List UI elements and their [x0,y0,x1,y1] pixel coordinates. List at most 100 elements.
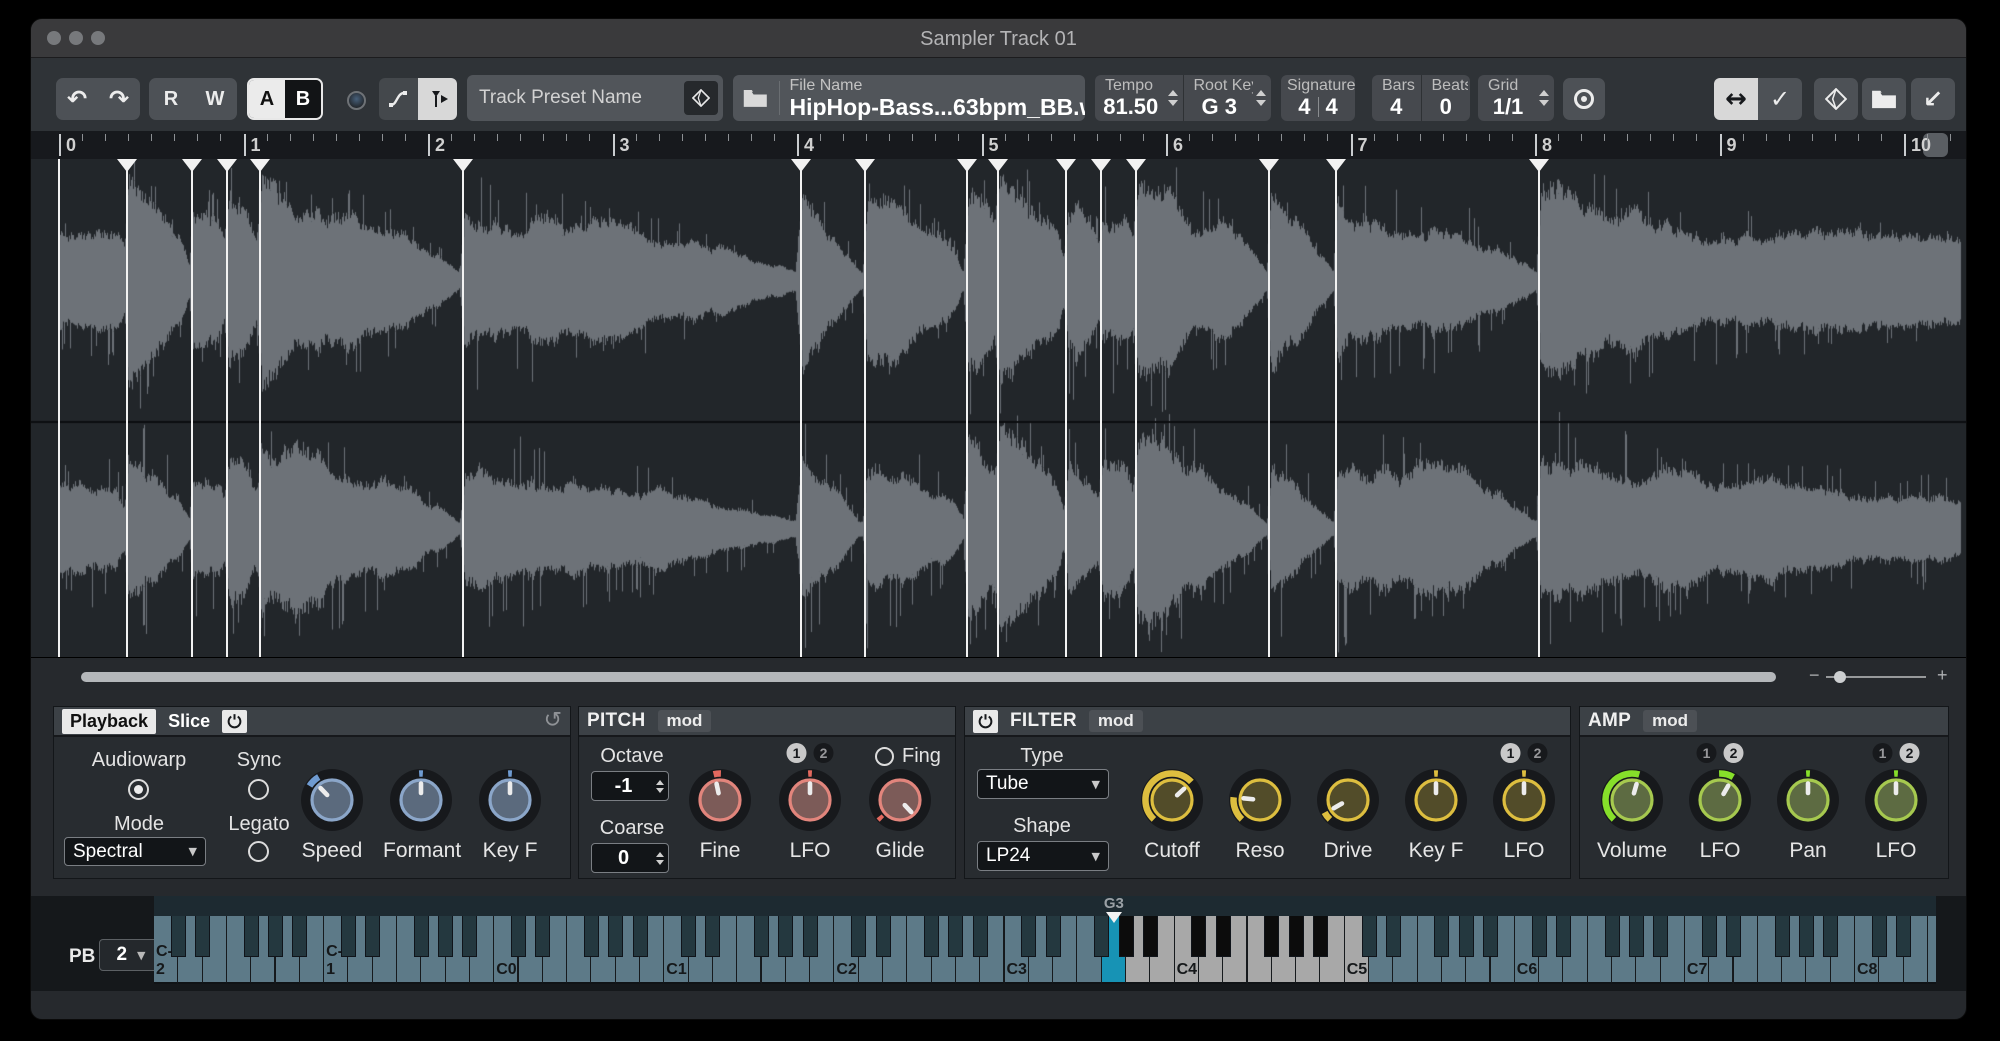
slice-marker-handle[interactable] [855,159,875,172]
mod-slot-badge[interactable]: 2 [1724,743,1744,763]
black-key[interactable] [924,916,939,957]
black-key[interactable] [244,916,259,957]
slice-marker-handle[interactable] [1091,159,1111,172]
pitch-mod-button[interactable]: mod [658,710,712,732]
write-automation-button[interactable]: W [193,78,237,120]
slice-marker[interactable] [1335,159,1337,657]
black-key[interactable] [973,916,988,957]
knob-dial[interactable] [683,763,757,837]
title-bar[interactable]: Sampler Track 01 [31,19,1966,58]
black-key[interactable] [778,916,793,957]
filter-type-dropdown[interactable]: Tube ▼ [977,769,1109,799]
mod-slot-badge[interactable]: 1 [1697,743,1717,763]
black-key[interactable] [414,916,429,957]
black-key[interactable] [1896,916,1911,957]
transfer-to-track-button[interactable]: ↙ [1911,78,1955,120]
mod-slot-badge[interactable]: 2 [1528,743,1548,763]
mode-dropdown[interactable]: Spectral ▼ [64,837,206,866]
black-key[interactable] [705,916,720,957]
track-preset-field[interactable]: Track Preset Name [467,75,723,121]
pan-knob[interactable]: Pan [1770,743,1846,865]
sync-radio[interactable] [248,779,269,800]
cutoff-knob[interactable]: Cutoff [1134,743,1210,865]
slice-playback-button[interactable] [418,78,457,120]
knob-dial[interactable] [1595,763,1669,837]
knob-dial[interactable] [1859,763,1933,837]
black-key[interactable] [292,916,307,957]
black-key[interactable] [1532,916,1547,957]
knob-dial[interactable] [1771,763,1845,837]
black-key[interactable] [608,916,623,957]
black-key[interactable] [1605,916,1620,957]
black-key[interactable] [535,916,550,957]
black-key[interactable] [1143,916,1158,957]
slice-power-button[interactable] [222,710,247,733]
black-key[interactable] [1629,916,1644,957]
audiowarp-radio[interactable] [128,779,149,800]
black-key[interactable] [511,916,526,957]
black-key[interactable] [851,916,866,957]
black-key[interactable] [1289,916,1304,957]
zoom-slider-thumb[interactable] [1834,671,1846,683]
knob-dial[interactable] [1135,763,1209,837]
timeline-ruler[interactable]: 012345678910 [31,131,1966,160]
slice-marker[interactable] [1065,159,1067,657]
drive-knob[interactable]: Drive [1310,743,1386,865]
fit-width-button[interactable]: ↔ [1714,78,1758,120]
filter-mod-button[interactable]: mod [1089,710,1143,732]
formant-knob[interactable]: Formant [383,743,459,865]
file-field[interactable]: File Name HipHop-Bass...63bpm_BB.wav [733,75,1085,121]
record-target-button[interactable] [1563,78,1605,120]
speed-knob[interactable]: Speed [294,743,370,865]
black-key[interactable] [1434,916,1449,957]
slice-marker[interactable] [462,159,464,657]
black-key[interactable] [803,916,818,957]
black-key[interactable] [948,916,963,957]
slice-marker-handle[interactable] [1259,159,1279,172]
coarse-stepper[interactable]: 0 [591,843,669,873]
lfo-knob[interactable]: 12LFO [1682,743,1758,865]
black-key[interactable] [681,916,696,957]
white-key[interactable] [1928,916,1936,984]
fine-knob[interactable]: Fine [682,743,758,865]
black-key[interactable] [1216,916,1231,957]
grid-box[interactable]: Grid 1/1 [1478,75,1554,121]
root-key-marker[interactable]: G3 [1084,895,1144,923]
amp-mod-button[interactable]: mod [1643,710,1697,732]
slice-marker[interactable] [126,159,128,657]
key-f-knob[interactable]: Key F [472,743,548,865]
slice-marker[interactable] [966,159,968,657]
lfo-knob[interactable]: 12LFO [1486,743,1562,865]
slice-marker-handle[interactable] [957,159,977,172]
black-key[interactable] [1775,916,1790,957]
root-key-stepper[interactable] [1255,75,1271,121]
tempo-stepper[interactable] [1167,75,1183,121]
grid-stepper[interactable] [1538,75,1554,121]
black-key[interactable] [1459,916,1474,957]
black-key[interactable] [1823,916,1838,957]
root-key-field[interactable]: Root Key G 3 [1184,75,1256,121]
zoom-out-button[interactable]: − [1809,665,1820,686]
slice-marker-handle[interactable] [1326,159,1346,172]
key-f-knob[interactable]: Key F [1398,743,1474,865]
slice-marker[interactable] [997,159,999,657]
preset-browser-button[interactable] [684,81,718,115]
preset-button[interactable] [1814,78,1858,120]
black-key[interactable] [1191,916,1206,957]
slice-marker-handle[interactable] [1529,159,1549,172]
mod-slot-badge[interactable]: 1 [1501,743,1521,763]
warp-curve-button[interactable] [379,78,418,120]
slice-marker[interactable] [1268,159,1270,657]
mod-slot-badge[interactable]: 2 [814,743,834,763]
black-key[interactable] [1799,916,1814,957]
redo-button[interactable]: ↷ [98,78,140,120]
slice-marker-handle[interactable] [250,159,270,172]
mod-slot-badge[interactable]: 1 [1873,743,1893,763]
volume-knob[interactable]: Volume [1594,743,1670,865]
undo-button[interactable]: ↶ [56,78,98,120]
black-key[interactable] [365,916,380,957]
slice-marker[interactable] [800,159,802,657]
tempo-field[interactable]: Tempo 81.50 [1095,75,1167,121]
filter-power-button[interactable] [973,710,998,733]
slice-marker-handle[interactable] [791,159,811,172]
